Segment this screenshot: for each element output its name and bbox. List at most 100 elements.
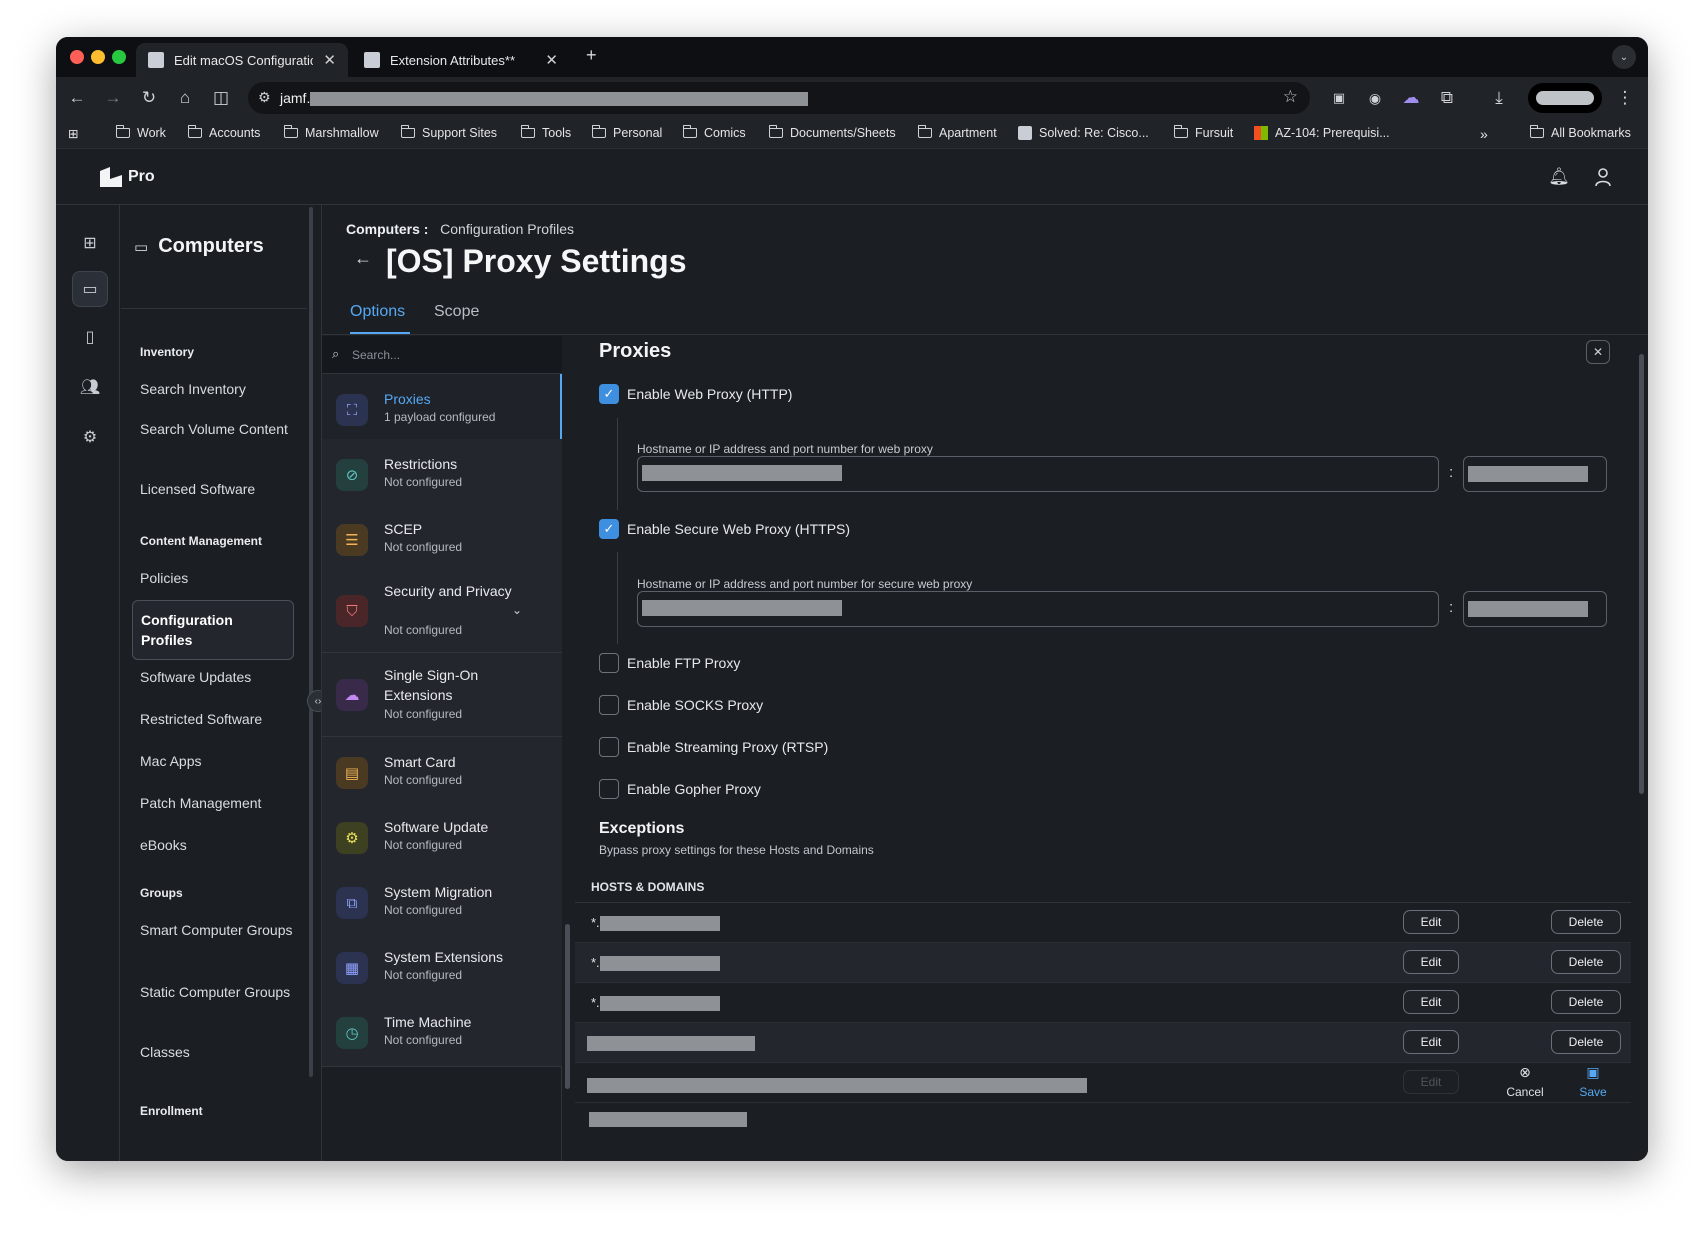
user-account-icon[interactable]	[1592, 167, 1614, 189]
payload-search[interactable]: ⌕ Search...	[322, 336, 562, 374]
bookmark-work[interactable]: Work	[115, 125, 166, 140]
sidebar-item-configuration-profiles[interactable]: Configuration Profiles	[132, 600, 294, 660]
payload-item-time-machine[interactable]: ◷ Time Machine Not configured	[322, 997, 562, 1067]
browser-tab[interactable]: Extension Attributes** ✕	[352, 43, 570, 77]
bookmark-az104[interactable]: AZ-104: Prerequisi...	[1254, 126, 1390, 140]
all-bookmarks[interactable]: All Bookmarks	[1529, 125, 1631, 140]
split-view-icon[interactable]: ◫	[208, 85, 234, 111]
web-proxy-checkbox[interactable]: ✓	[599, 384, 619, 404]
payload-item-proxies[interactable]: ⛶ Proxies 1 payload configured	[322, 374, 562, 444]
sidebar-item-static-computer-groups[interactable]: Static Computer Groups	[140, 982, 296, 1002]
browser-menu-icon[interactable]: ⋮	[1612, 85, 1638, 111]
reload-icon[interactable]: ↻	[136, 85, 162, 111]
bookmark-personal[interactable]: Personal	[591, 125, 662, 140]
sidebar-item-search-inventory[interactable]: Search Inventory	[140, 379, 296, 399]
sidebar-item-patch-management[interactable]: Patch Management	[140, 793, 296, 813]
edit-button[interactable]: Edit	[1403, 950, 1459, 974]
tab-scope[interactable]: Scope	[434, 303, 479, 321]
secure-proxy-checkbox[interactable]: ✓	[599, 519, 619, 539]
payload-item-security-and-privacy[interactable]: ⛉ Security and Privacy Not configured ⌄	[322, 569, 562, 653]
download-icon[interactable]: ⤓	[1486, 85, 1512, 111]
site-settings-icon[interactable]: ⚙	[258, 89, 271, 106]
rtsp-proxy-checkbox[interactable]	[599, 737, 619, 757]
computers-laptop-icon[interactable]: ▭	[72, 271, 108, 307]
bookmark-documents[interactable]: Documents/Sheets	[768, 125, 896, 140]
bookmark-accounts[interactable]: Accounts	[187, 125, 260, 140]
zoom-window-button[interactable]	[112, 50, 126, 64]
devices-icon[interactable]: ▯	[72, 319, 108, 355]
payload-item-single-sign-on-extensions[interactable]: ☁ Single Sign-On Extensions Not configur…	[322, 653, 562, 737]
bookmarks-overflow-icon[interactable]: »	[1480, 126, 1488, 142]
payload-item-system-migration[interactable]: ⧉ System Migration Not configured	[322, 867, 562, 937]
cancel-button[interactable]: ⊗ Cancel	[1497, 1064, 1553, 1099]
sidebar-item-restricted-software[interactable]: Restricted Software	[140, 709, 296, 729]
bookmark-comics[interactable]: Comics	[682, 125, 746, 140]
payload-item-smart-card[interactable]: ▤ Smart Card Not configured	[322, 737, 562, 807]
close-tab-icon[interactable]: ✕	[323, 51, 336, 69]
payload-item-restrictions[interactable]: ⊘ Restrictions Not configured	[322, 439, 562, 509]
bookmark-apartment[interactable]: Apartment	[917, 125, 997, 140]
minimize-window-button[interactable]	[91, 50, 105, 64]
gopher-proxy-checkbox[interactable]	[599, 779, 619, 799]
sidebar-scrollbar[interactable]	[308, 205, 314, 1161]
bookmark-star-icon[interactable]: ☆	[1283, 87, 1298, 107]
delete-button[interactable]: Delete	[1551, 990, 1621, 1014]
edit-button[interactable]: Edit	[1403, 1030, 1459, 1054]
close-payload-icon[interactable]: ✕	[1586, 340, 1610, 364]
sidebar-item-smart-computer-groups[interactable]: Smart Computer Groups	[140, 920, 296, 940]
browser-tab-active[interactable]: Edit macOS Configuration Pro ✕	[136, 43, 348, 77]
socks-proxy-checkbox[interactable]	[599, 695, 619, 715]
new-tab-button[interactable]: +	[586, 45, 597, 66]
payload-item-system-extensions[interactable]: ▦ System Extensions Not configured	[322, 932, 562, 1002]
sidebar-item-software-updates[interactable]: Software Updates	[140, 667, 296, 687]
content-scrollbar[interactable]	[1635, 336, 1648, 1161]
save-button[interactable]: ▣ Save	[1565, 1064, 1621, 1099]
bookmark-support-sites[interactable]: Support Sites	[400, 125, 497, 140]
chevron-down-icon[interactable]: ⌄	[512, 603, 522, 617]
dashboard-grid-icon[interactable]: ⊞	[72, 225, 108, 261]
sidebar-item-mac-apps[interactable]: Mac Apps	[140, 751, 296, 771]
back-arrow-icon[interactable]: ←	[354, 248, 372, 269]
bookmark-tools[interactable]: Tools	[520, 125, 571, 140]
web-proxy-host-input[interactable]	[637, 456, 1439, 492]
password-manager-icon[interactable]: ◉	[1362, 85, 1388, 111]
edit-button[interactable]: Edit	[1403, 990, 1459, 1014]
scrollbar-thumb[interactable]	[565, 924, 570, 1089]
extension-icon[interactable]: ▣	[1326, 85, 1352, 111]
apps-grid-icon[interactable]: ⊞	[68, 126, 78, 141]
users-icon[interactable]: 👥︎	[72, 369, 108, 405]
sidebar-item-ebooks[interactable]: eBooks	[140, 835, 296, 855]
bookmark-marshmallow[interactable]: Marshmallow	[283, 125, 379, 140]
profile-button[interactable]	[1528, 83, 1602, 113]
sidebar-item-classes[interactable]: Classes	[140, 1042, 296, 1062]
delete-button[interactable]: Delete	[1551, 910, 1621, 934]
tab-options[interactable]: Options	[350, 303, 405, 321]
bookmark-fursuit[interactable]: Fursuit	[1173, 125, 1233, 140]
sidebar-item-policies[interactable]: Policies	[140, 568, 296, 588]
delete-button[interactable]: Delete	[1551, 1030, 1621, 1054]
delete-button[interactable]: Delete	[1551, 950, 1621, 974]
payload-scrollbar[interactable]	[562, 336, 574, 1161]
home-icon[interactable]: ⌂	[172, 85, 198, 111]
settings-gear-icon[interactable]: ⚙	[72, 419, 108, 455]
payload-item-software-update[interactable]: ⚙ Software Update Not configured	[322, 802, 562, 872]
close-tab-icon[interactable]: ✕	[545, 51, 558, 69]
close-window-button[interactable]	[70, 50, 84, 64]
jamf-logo-icon[interactable]	[100, 167, 122, 187]
tab-search-chevron-icon[interactable]: ⌄	[1612, 45, 1636, 69]
breadcrumb-computers[interactable]: Computers	[346, 221, 420, 237]
sidebar-item-licensed-software[interactable]: Licensed Software	[140, 479, 296, 499]
notifications-bell-icon[interactable]: 🔔︎	[1548, 167, 1570, 189]
payload-item-scep[interactable]: ☰ SCEP Not configured	[322, 504, 562, 574]
scrollbar-thumb[interactable]	[309, 207, 313, 1077]
secure-proxy-host-input[interactable]	[637, 591, 1439, 627]
sidebar-item-search-volume-content[interactable]: Search Volume Content	[140, 419, 296, 439]
search-input[interactable]: Search...	[352, 348, 400, 362]
extension-cloud-icon[interactable]: ☁	[1398, 85, 1424, 111]
address-bar[interactable]: ⚙ jamf. ☆	[248, 82, 1310, 114]
ftp-proxy-checkbox[interactable]	[599, 653, 619, 673]
bookmark-cisco[interactable]: Solved: Re: Cisco...	[1018, 126, 1149, 140]
edit-button[interactable]: Edit	[1403, 910, 1459, 934]
scrollbar-thumb[interactable]	[1639, 354, 1644, 794]
forward-icon[interactable]: →	[100, 85, 126, 111]
